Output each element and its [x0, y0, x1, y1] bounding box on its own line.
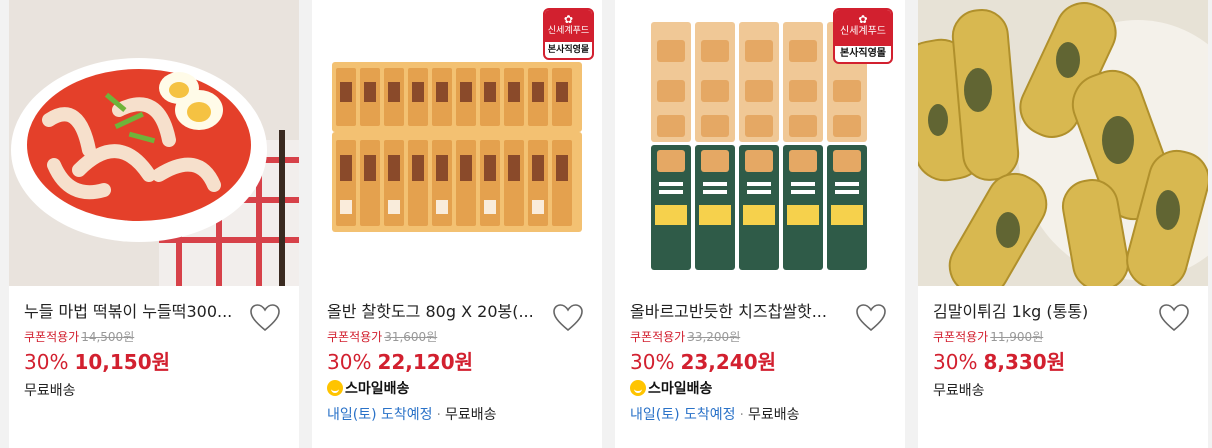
coupon-label: 쿠폰적용가	[933, 330, 989, 344]
product-title[interactable]: 올반 찰핫도그 80g X 20봉(...	[327, 298, 547, 322]
heart-icon[interactable]	[1158, 303, 1190, 333]
coupon-price-line: 쿠폰적용가 11,900원	[933, 328, 1043, 345]
smile-delivery-label: 스마일배송	[327, 378, 409, 398]
product-card[interactable]: 누들 마법 떡볶이 누들떡300... 쿠폰적용가 14,500원 30% 10,1…	[9, 0, 299, 448]
shipping-info: 무료배송	[445, 407, 497, 423]
smile-icon	[630, 380, 646, 396]
original-price: 11,900원	[990, 330, 1044, 344]
price-amount: 8,330원	[983, 350, 1066, 374]
smile-delivery-label: 스마일배송	[630, 378, 712, 398]
badge-top-text: 신세계푸드	[840, 26, 886, 37]
fried-seaweed-roll-image[interactable]	[918, 0, 1208, 286]
product-title[interactable]: 누들 마법 떡볶이 누들떡300...	[24, 298, 244, 322]
shinsegae-food-badge: ✿ 신세계푸드 본사직영몰	[543, 8, 594, 60]
coupon-price-line: 쿠폰적용가 33,200원	[630, 328, 740, 345]
product-title[interactable]: 김말이튀김 1kg (통통)	[933, 298, 1153, 322]
price-amount: 23,240원	[680, 350, 777, 374]
flower-icon: ✿	[563, 13, 574, 26]
smile-icon	[327, 380, 343, 396]
delivery-info: 내일(토) 도착예정 · 무료배송	[327, 404, 497, 424]
badge-bottom-text: 본사직영몰	[547, 45, 590, 55]
coupon-label: 쿠폰적용가	[24, 330, 80, 344]
discount-rate: 30%	[630, 350, 675, 374]
arrival-date: 내일(토) 도착예정	[327, 407, 433, 423]
flower-icon: ✿	[858, 13, 868, 26]
shinsegae-food-badge: ✿ 신세계푸드 본사직영몰	[833, 8, 893, 64]
coupon-label: 쿠폰적용가	[630, 330, 686, 344]
sale-price: 30% 10,150원	[24, 346, 170, 375]
sale-price: 30% 22,120원	[327, 346, 473, 375]
tteokbokki-image[interactable]	[9, 0, 299, 286]
product-card[interactable]: ✿ 신세계푸드 본사직영몰 올바르고반듯한 치즈찹쌀핫... 쿠폰적용가 33,20…	[615, 0, 905, 448]
coupon-price-line: 쿠폰적용가 31,600원	[327, 328, 437, 345]
heart-icon[interactable]	[552, 303, 584, 333]
arrival-date: 내일(토) 도착예정	[630, 407, 736, 423]
separator: ·	[436, 407, 441, 423]
price-amount: 22,120원	[377, 350, 474, 374]
original-price: 33,200원	[687, 330, 741, 344]
original-price: 14,500원	[81, 330, 135, 344]
badge-bottom-text: 본사직영몰	[840, 48, 886, 59]
heart-icon[interactable]	[855, 303, 887, 333]
original-price: 31,600원	[384, 330, 438, 344]
discount-rate: 30%	[327, 350, 372, 374]
badge-top-text: 신세계푸드	[547, 26, 590, 36]
product-card[interactable]: 김말이튀김 1kg (통통) 쿠폰적용가 11,900원 30% 8,330원 무료…	[918, 0, 1208, 448]
discount-rate: 30%	[24, 350, 69, 374]
smile-delivery-text: 스마일배송	[648, 381, 713, 397]
sale-price: 30% 23,240원	[630, 346, 776, 375]
shipping-info: 무료배송	[748, 407, 800, 423]
sale-price: 30% 8,330원	[933, 346, 1065, 375]
shipping-info: 무료배송	[24, 383, 76, 399]
discount-rate: 30%	[933, 350, 978, 374]
coupon-price-line: 쿠폰적용가 14,500원	[24, 328, 134, 345]
smile-delivery-text: 스마일배송	[345, 381, 410, 397]
price-amount: 10,150원	[74, 350, 171, 374]
heart-icon[interactable]	[249, 303, 281, 333]
coupon-label: 쿠폰적용가	[327, 330, 383, 344]
shipping-info: 무료배송	[933, 383, 985, 399]
delivery-info: 내일(토) 도착예정 · 무료배송	[630, 404, 800, 424]
product-card[interactable]: ✿ 신세계푸드 본사직영몰 올반 찰핫도그 80g X 20봉(... 쿠폰적용가…	[312, 0, 602, 448]
product-title[interactable]: 올바르고반듯한 치즈찹쌀핫...	[630, 298, 850, 322]
separator: ·	[739, 407, 744, 423]
